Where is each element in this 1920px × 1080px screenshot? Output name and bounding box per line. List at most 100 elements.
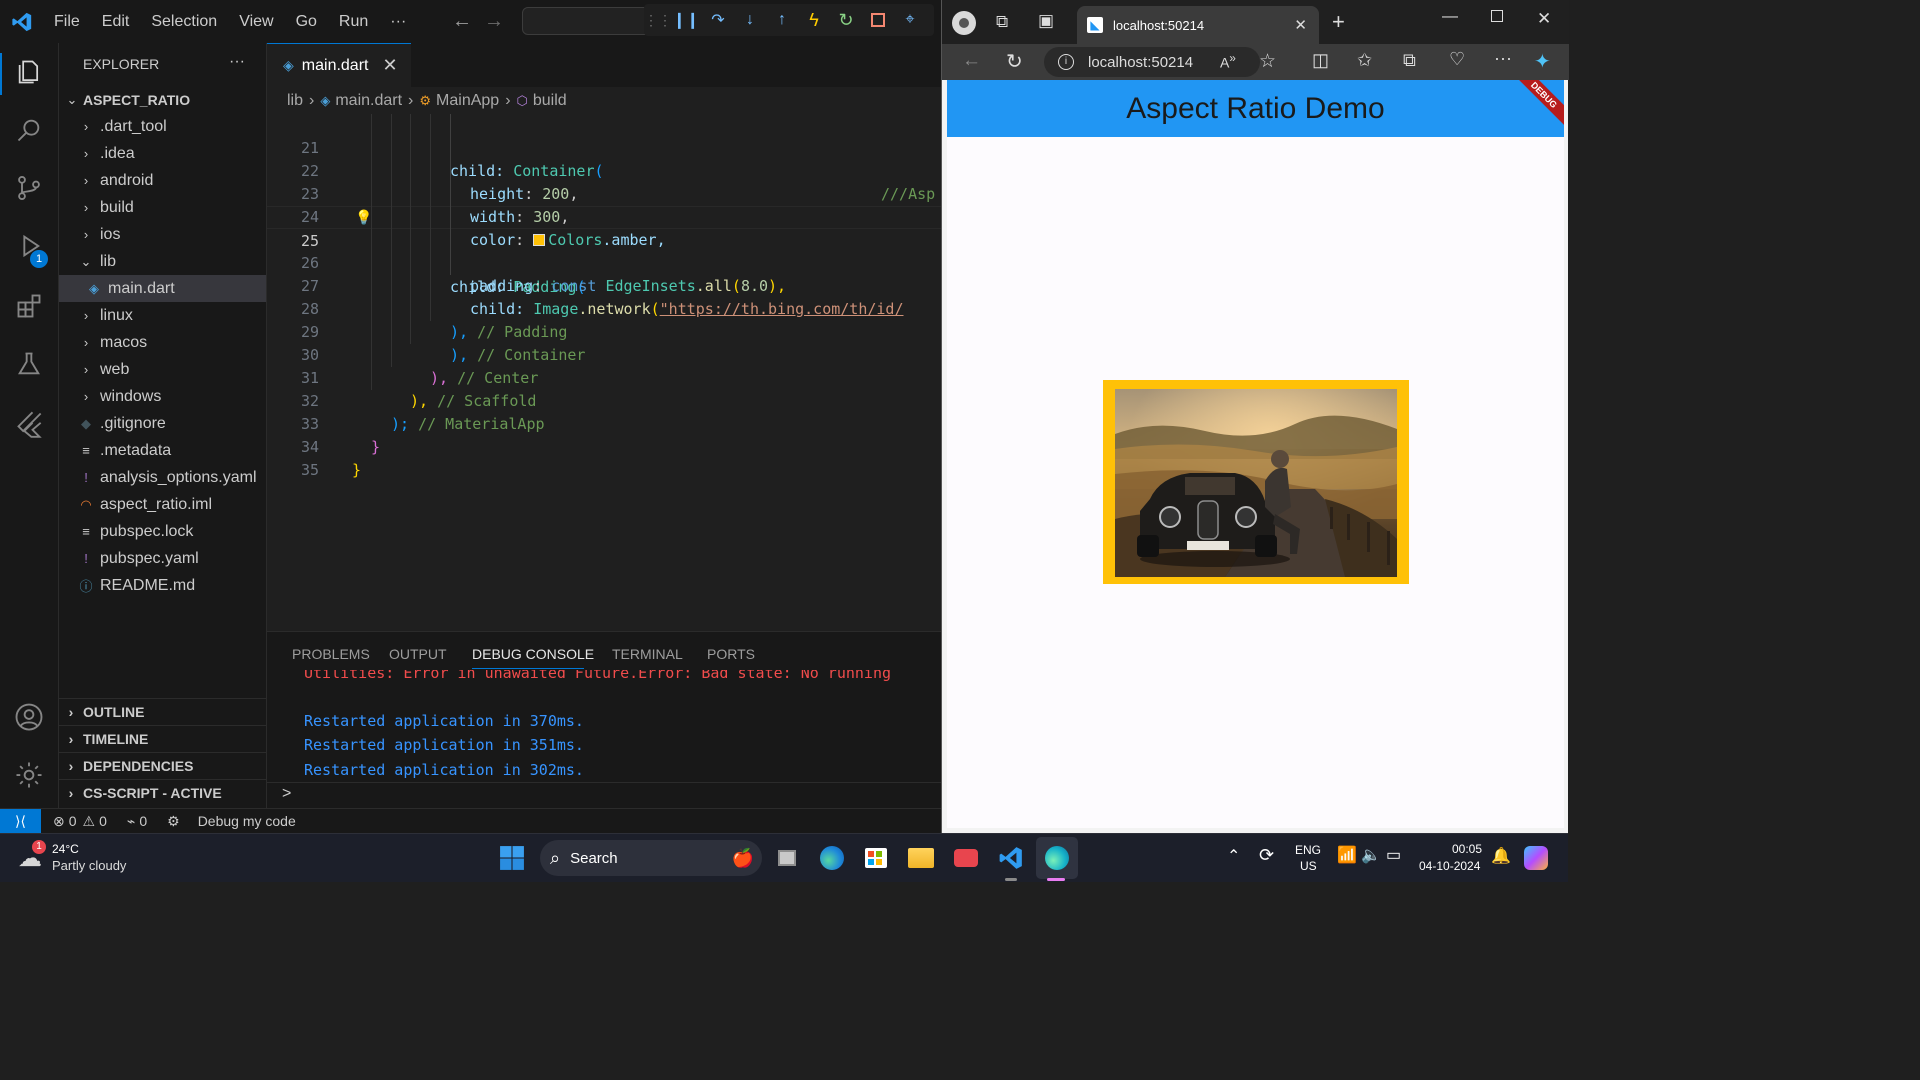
menu-selection[interactable]: Selection [151, 13, 217, 31]
volume-icon[interactable]: 🔈 [1361, 845, 1381, 865]
close-tab-icon[interactable]: ✕ [1294, 16, 1307, 34]
tree-item[interactable]: › build [59, 194, 266, 221]
new-tab-icon[interactable]: + [1332, 9, 1345, 35]
taskbar-search[interactable]: ⌕ Search 🍎 [540, 840, 762, 876]
tree-item[interactable]: › linux [59, 302, 266, 329]
notification-bell-icon[interactable]: 🔔 [1491, 846, 1511, 866]
dependencies-section[interactable]: › DEPENDENCIES [59, 752, 266, 779]
menu-view[interactable]: View [239, 13, 273, 31]
tree-item[interactable]: ≡ .metadata [59, 437, 266, 464]
tree-item[interactable]: › android [59, 167, 266, 194]
code-editor[interactable]: 21 child: Container( ///Asp 22 height: 2… [267, 114, 941, 631]
close-icon[interactable]: ✕ [382, 55, 397, 76]
edge-icon[interactable] [816, 842, 848, 874]
favorite-star-icon[interactable]: ☆ [1259, 50, 1276, 73]
read-aloud-icon[interactable]: A» [1220, 52, 1236, 71]
step-out-icon[interactable]: ↑ [766, 11, 798, 29]
remote-indicator[interactable]: ⟩⟨ [0, 808, 41, 834]
breadcrumb-file[interactable]: main.dart [335, 92, 402, 110]
menu-go[interactable]: Go [296, 13, 317, 31]
breadcrumb-folder[interactable]: lib [287, 92, 303, 110]
tree-item[interactable]: ⌄ lib [59, 248, 266, 275]
tree-item[interactable]: › windows [59, 383, 266, 410]
inspect-widget-icon[interactable]: ⌖ [894, 11, 926, 29]
wifi-icon[interactable]: 📶 [1337, 845, 1357, 865]
ports-count[interactable]: 0 [139, 813, 147, 829]
hot-reload-icon[interactable]: ϟ [798, 10, 830, 31]
language-bottom[interactable]: US [1300, 859, 1317, 873]
drag-handle-icon[interactable]: ⋮⋮ [644, 12, 672, 29]
clock-date[interactable]: 04-10-2024 [1419, 859, 1480, 873]
command-center[interactable] [522, 7, 652, 35]
warning-icon[interactable]: ⚠ [83, 813, 96, 830]
tree-item[interactable]: › .dart_tool [59, 113, 266, 140]
camera-app-icon[interactable] [950, 842, 982, 874]
ports-icon[interactable]: ⌁ [127, 813, 135, 830]
sync-icon[interactable]: ⟳ [1259, 845, 1274, 866]
tree-item[interactable]: ≡ pubspec.lock [59, 518, 266, 545]
menu-run[interactable]: Run [339, 13, 368, 31]
tab-main-dart[interactable]: ◈ main.dart ✕ [267, 43, 411, 87]
browser-essentials-icon[interactable]: ♡ [1449, 49, 1465, 70]
tree-item[interactable]: › web [59, 356, 266, 383]
flutter-icon[interactable] [12, 407, 46, 441]
debug-config-label[interactable]: Debug my code [198, 813, 296, 829]
tree-item[interactable]: ! pubspec.yaml [59, 545, 266, 572]
nav-forward-icon[interactable]: → [484, 10, 504, 33]
restart-icon[interactable]: ↻ [830, 10, 862, 31]
project-folder[interactable]: ⌄ ASPECT_RATIO [59, 86, 266, 113]
timeline-section[interactable]: › TIMELINE [59, 725, 266, 752]
edge-dev-icon[interactable] [1041, 842, 1073, 874]
workspaces-icon[interactable]: ⧉ [996, 12, 1008, 32]
accounts-icon[interactable] [12, 700, 46, 734]
outline-section[interactable]: › OUTLINE [59, 698, 266, 725]
tab-problems[interactable]: PROBLEMS [292, 646, 370, 662]
settings-more-icon[interactable]: ··· [1494, 48, 1512, 69]
testing-icon[interactable] [12, 347, 46, 381]
split-screen-icon[interactable]: ◫ [1312, 50, 1329, 71]
maximize-icon[interactable] [1491, 10, 1503, 22]
tab-output[interactable]: OUTPUT [389, 646, 447, 662]
nav-back-icon[interactable]: ← [452, 10, 472, 33]
task-view-icon[interactable] [771, 842, 803, 874]
tree-item[interactable]: ⓘ README.md [59, 572, 266, 599]
pause-icon[interactable]: ❙❙ [670, 10, 702, 30]
vscode-taskbar-icon[interactable] [995, 842, 1027, 874]
menu-more[interactable]: ··· [390, 13, 406, 31]
menu-file[interactable]: File [54, 13, 80, 31]
tree-item[interactable]: › macos [59, 329, 266, 356]
lightbulb-icon[interactable]: 💡 [355, 207, 372, 230]
weather-widget[interactable]: ☁ 1 24°C Partly cloudy [18, 840, 138, 878]
tree-item[interactable]: › .idea [59, 140, 266, 167]
breadcrumb-method[interactable]: build [533, 92, 567, 110]
debug-config-icon[interactable]: ⚙ [167, 813, 180, 830]
copilot-taskbar-icon[interactable] [1524, 846, 1548, 870]
vertical-tabs-icon[interactable]: ▣ [1038, 11, 1054, 31]
collections-icon[interactable]: ⧉ [1403, 50, 1416, 71]
tree-item[interactable]: › ios [59, 221, 266, 248]
warning-count[interactable]: 0 [99, 813, 107, 829]
battery-icon[interactable]: ▭ [1386, 845, 1401, 865]
explorer-icon[interactable] [12, 55, 46, 89]
explorer-more-icon[interactable]: ··· [229, 53, 245, 71]
chevron-up-icon[interactable]: ⌃ [1227, 846, 1240, 866]
language-top[interactable]: ENG [1295, 843, 1321, 857]
step-into-icon[interactable]: ↓ [734, 11, 766, 29]
close-window-icon[interactable]: ✕ [1537, 9, 1551, 29]
refresh-icon[interactable]: ↻ [1006, 49, 1023, 74]
error-count[interactable]: 0 [69, 813, 77, 829]
tree-item[interactable]: ◈ main.dart [59, 275, 266, 302]
extensions-icon[interactable] [12, 289, 46, 323]
tab-ports[interactable]: PORTS [707, 646, 755, 662]
step-over-icon[interactable]: ↷ [702, 10, 734, 30]
browser-tab[interactable]: ◣ localhost:50214 ✕ [1077, 6, 1319, 44]
settings-gear-icon[interactable] [12, 758, 46, 792]
tree-item[interactable]: ◆ .gitignore [59, 410, 266, 437]
search-icon[interactable] [12, 113, 46, 147]
error-icon[interactable]: ⊗ [53, 813, 65, 830]
site-info-icon[interactable]: i [1058, 54, 1074, 70]
clock-time[interactable]: 00:05 [1452, 842, 1482, 856]
file-explorer-icon[interactable] [905, 842, 937, 874]
back-icon[interactable]: ← [962, 50, 981, 72]
cs-script-section[interactable]: › CS-SCRIPT - ACTIVE [59, 779, 266, 806]
